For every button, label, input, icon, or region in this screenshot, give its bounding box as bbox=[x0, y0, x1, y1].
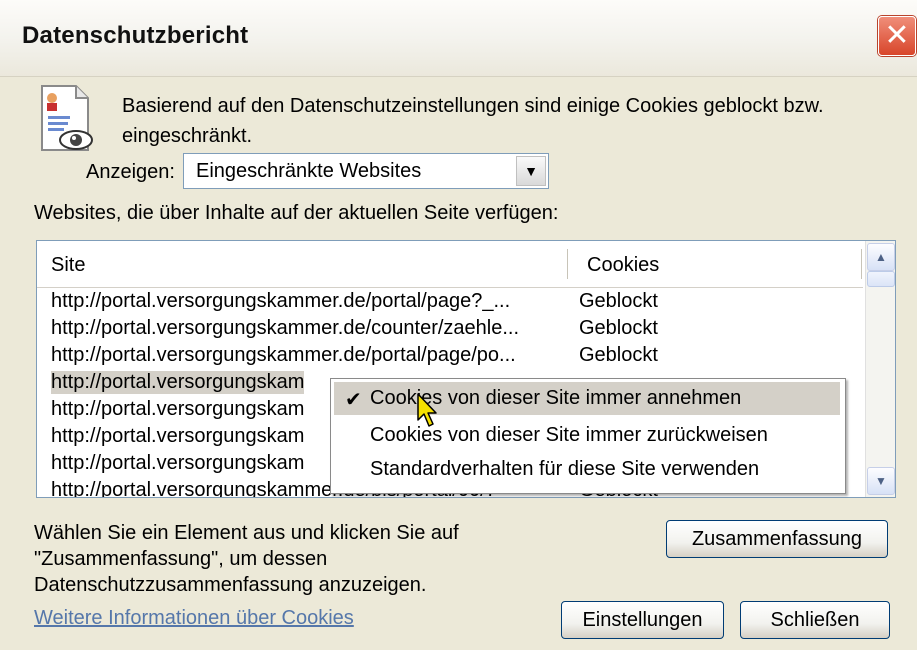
mouse-cursor-icon bbox=[417, 393, 437, 427]
row-cookies: Geblockt bbox=[579, 344, 658, 366]
intro-text: Basierend auf den Datenschutzeinstellung… bbox=[122, 95, 824, 147]
column-divider[interactable] bbox=[861, 249, 862, 279]
settings-button[interactable]: Einstellungen bbox=[561, 601, 724, 639]
column-divider[interactable] bbox=[567, 249, 568, 279]
filter-value: Eingeschränkte Websites bbox=[196, 160, 422, 182]
sites-label: Websites, die über Inhalte auf der aktue… bbox=[34, 202, 559, 224]
title-bar[interactable]: Datenschutzbericht ✕ bbox=[0, 0, 917, 77]
menu-item-always-accept[interactable]: ✔ Cookies von dieser Site immer annehmen bbox=[334, 382, 840, 415]
summary-button[interactable]: Zusammenfassung bbox=[666, 520, 888, 558]
menu-item-label: Standardverhalten für diese Site verwend… bbox=[370, 458, 760, 480]
row-site: http://portal.versorgungskam bbox=[51, 425, 305, 447]
hint-line: "Zusammenfassung", um dessen bbox=[34, 548, 328, 570]
context-menu: ✔ Cookies von dieser Site immer annehmen… bbox=[330, 378, 846, 494]
row-site: http://portal.versorgungskam bbox=[51, 398, 305, 420]
chevron-down-icon[interactable]: ▼ bbox=[516, 156, 546, 186]
column-header-cookies[interactable]: Cookies bbox=[587, 254, 659, 277]
close-button[interactable]: Schließen bbox=[740, 601, 890, 639]
table-row[interactable]: http://portal.versorgungskammer.de/count… bbox=[37, 314, 863, 341]
vertical-scrollbar[interactable]: ▲ ▼ bbox=[865, 241, 895, 497]
row-cookies: Geblockt bbox=[579, 290, 658, 312]
row-site: http://portal.versorgungskam bbox=[51, 371, 305, 394]
row-site: http://portal.versorgungskam bbox=[51, 452, 305, 474]
row-site: http://portal.versorgungskammer.de/count… bbox=[51, 317, 520, 339]
window-title: Datenschutzbericht bbox=[22, 22, 249, 49]
checkmark-icon: ✔ bbox=[345, 387, 362, 411]
row-site: http://portal.versorgungskammer.de/porta… bbox=[51, 344, 516, 366]
scroll-up-icon[interactable]: ▲ bbox=[867, 243, 895, 271]
list-header: Site Cookies bbox=[37, 241, 863, 288]
scroll-down-icon[interactable]: ▼ bbox=[867, 467, 895, 495]
filter-dropdown[interactable]: Eingeschränkte Websites ▼ bbox=[183, 153, 549, 189]
table-row[interactable]: http://portal.versorgungskammer.de/porta… bbox=[37, 287, 863, 314]
filter-label: Anzeigen: bbox=[86, 161, 175, 183]
hint-line: Datenschutzzusammenfassung anzuzeigen. bbox=[34, 574, 427, 596]
hint-line: Wählen Sie ein Element aus und klicken S… bbox=[34, 522, 459, 544]
menu-item-always-reject[interactable]: Cookies von dieser Site immer zurückweis… bbox=[334, 419, 840, 452]
hint-text: Wählen Sie ein Element aus und klicken S… bbox=[34, 520, 504, 598]
more-info-link[interactable]: Weitere Informationen über Cookies bbox=[34, 607, 354, 630]
menu-item-default-behavior[interactable]: Standardverhalten für diese Site verwend… bbox=[334, 453, 840, 486]
privacy-report-icon bbox=[41, 85, 93, 151]
scroll-thumb[interactable] bbox=[867, 271, 895, 287]
row-site: http://portal.versorgungskammer.de/porta… bbox=[51, 290, 511, 312]
row-cookies: Geblockt bbox=[579, 317, 658, 339]
column-header-site[interactable]: Site bbox=[51, 254, 85, 277]
table-row[interactable]: http://portal.versorgungskammer.de/porta… bbox=[37, 341, 863, 368]
close-window-button[interactable]: ✕ bbox=[878, 16, 916, 56]
